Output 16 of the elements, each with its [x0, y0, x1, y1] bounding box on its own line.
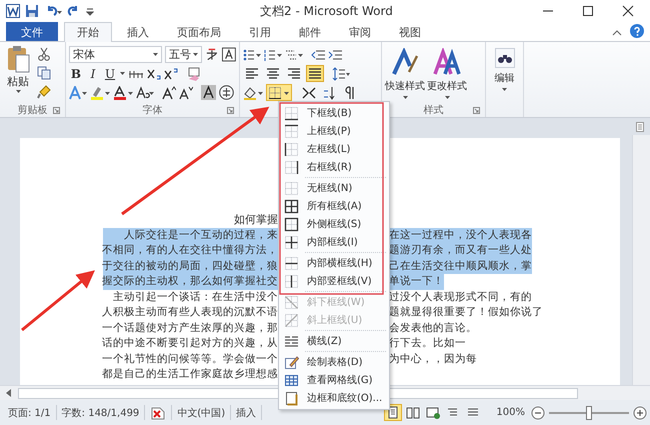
group-label: 字体: [142, 104, 162, 117]
text-line: 会发表他的言论。: [389, 320, 477, 336]
document-title: 如何掌握: [233, 212, 278, 228]
text-line: 话的中途不断要引起对方的兴趣，从: [101, 336, 278, 351]
group-label: 样式: [424, 104, 444, 117]
text-line: 主动引起一个谈话：在生活中没个: [112, 290, 278, 304]
text-line: 都是自己的生活工作家庭故乡理想感: [101, 367, 278, 382]
group-label: 剪贴板: [18, 104, 48, 117]
text-line: 题就显得很重要了！假如你说了: [389, 305, 543, 320]
text-line: 为中心，，因为每: [389, 352, 477, 366]
window-title: 文档2 - Microsoft Word: [259, 2, 394, 20]
text-line: 人积极主动而有些人表现的沉默不语: [101, 305, 278, 320]
text-line: 行下去。比如一: [389, 336, 466, 351]
text-line: 过没个人表现形式不同，有的: [389, 290, 532, 304]
text-line: 一个礼节性的问候等等。学会做一个: [101, 352, 278, 366]
text-line: 一个话题使对方产生浓厚的兴趣，那: [101, 320, 278, 336]
